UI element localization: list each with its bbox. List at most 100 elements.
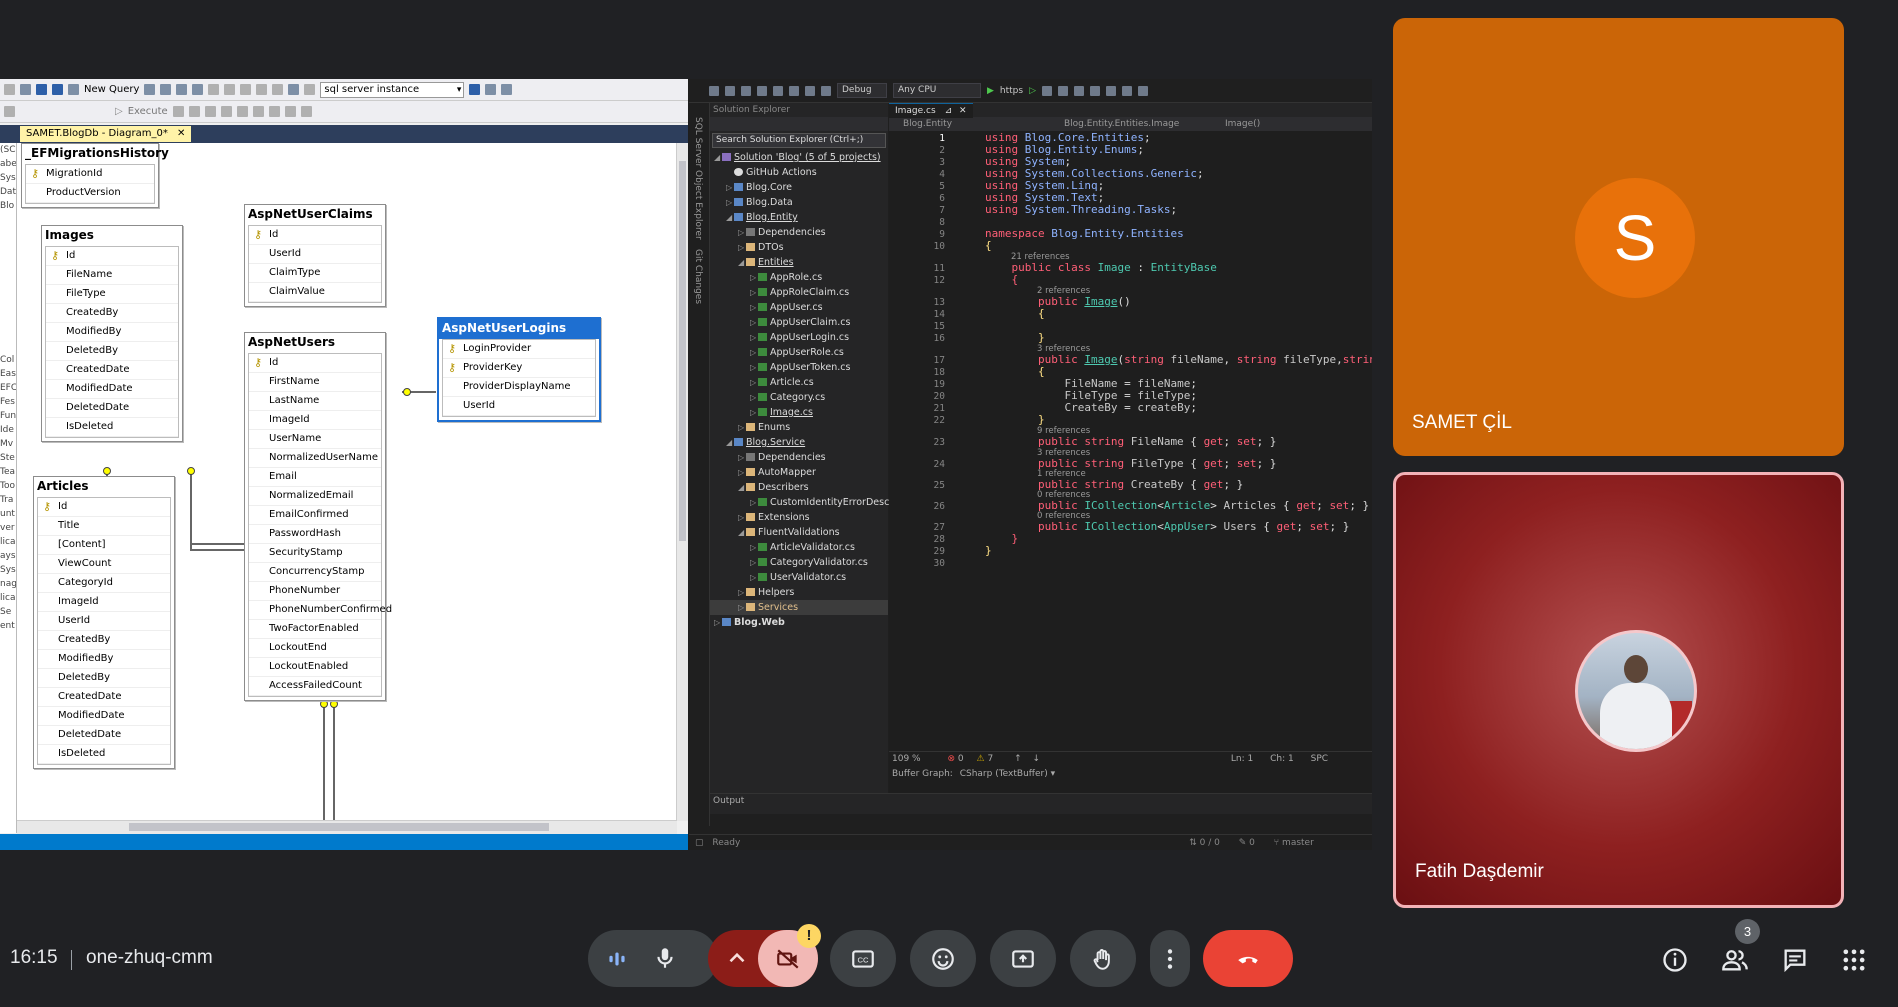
table-column[interactable]: ImageId: [249, 411, 381, 430]
configuration-combo[interactable]: Debug: [837, 83, 887, 98]
layout-icon[interactable]: [1106, 85, 1117, 96]
tree-item[interactable]: ▷ CategoryValidator.cs: [710, 555, 888, 570]
diagram-vertical-scrollbar[interactable]: [676, 143, 688, 821]
tree-item[interactable]: GitHub Actions: [710, 165, 888, 180]
table-column[interactable]: ModifiedBy: [38, 650, 170, 669]
table-column[interactable]: CreatedDate: [38, 688, 170, 707]
hot-reload-icon[interactable]: [1042, 85, 1053, 96]
expand-arrow-icon[interactable]: ▷: [738, 240, 746, 255]
properties-icon[interactable]: [501, 84, 513, 95]
expand-arrow-icon[interactable]: ▷: [750, 360, 758, 375]
comment-icon[interactable]: [252, 106, 264, 117]
changes-count[interactable]: 0: [1249, 838, 1255, 848]
expand-arrow-icon[interactable]: ▷: [750, 345, 758, 360]
object-explorer-item[interactable]: Blo: [0, 201, 16, 213]
tree-item[interactable]: ▷ Blog.Data: [710, 195, 888, 210]
expand-arrow-icon[interactable]: ▷: [738, 510, 746, 525]
tree-item[interactable]: ▷ DTOs: [710, 240, 888, 255]
table-images[interactable]: ImagesIdFileNameFileTypeCreatedByModifie…: [41, 225, 183, 442]
table-aspnetuserlogins[interactable]: AspNetUserLoginsLoginProviderProviderKey…: [437, 317, 601, 422]
expand-arrow-icon[interactable]: ▷: [750, 570, 758, 585]
side-tab-git-changes[interactable]: Git Changes: [693, 249, 703, 304]
table-column[interactable]: LastName: [249, 392, 381, 411]
table-column[interactable]: NormalizedUserName: [249, 449, 381, 468]
table-column[interactable]: UserName: [249, 430, 381, 449]
audio-level-icon[interactable]: [604, 946, 630, 977]
tree-item[interactable]: ▷ Enums: [710, 420, 888, 435]
table-column[interactable]: Email: [249, 468, 381, 487]
tree-item[interactable]: ◢ Solution 'Blog' (5 of 5 projects): [710, 150, 888, 165]
object-explorer-item[interactable]: Mv: [0, 439, 16, 451]
table-column[interactable]: NormalizedEmail: [249, 487, 381, 506]
table-efmigrationshistory[interactable]: _EFMigrationsHistoryMigrationIdProductVe…: [21, 143, 169, 208]
tree-item[interactable]: ◢ FluentValidations: [710, 525, 888, 540]
solution-search-input[interactable]: Search Solution Explorer (Ctrl+;): [712, 133, 886, 148]
cut-icon[interactable]: [208, 84, 220, 95]
object-explorer-item[interactable]: Too: [0, 481, 16, 493]
nav-project-dropdown[interactable]: Blog.Entity: [889, 117, 1050, 131]
tree-item[interactable]: ◢ Entities: [710, 255, 888, 270]
new-query-icon[interactable]: [68, 84, 79, 95]
expand-arrow-icon[interactable]: ◢: [738, 255, 746, 270]
tab-close-icon[interactable]: ✕: [177, 128, 185, 139]
expand-arrow-icon[interactable]: ▷: [750, 495, 758, 510]
tree-item[interactable]: ▷ AppUserRole.cs: [710, 345, 888, 360]
table-column[interactable]: DeletedBy: [38, 669, 170, 688]
expand-arrow-icon[interactable]: ▷: [726, 195, 734, 210]
start-without-debug-icon[interactable]: ▷: [1029, 86, 1036, 96]
save-icon[interactable]: [36, 84, 47, 95]
back-icon[interactable]: [20, 84, 31, 95]
expand-arrow-icon[interactable]: ▷: [750, 555, 758, 570]
table-column[interactable]: CreatedBy: [38, 631, 170, 650]
participant-tile-samet[interactable]: S SAMET ÇİL: [1393, 18, 1844, 456]
object-explorer-item[interactable]: Fes: [0, 397, 16, 409]
tree-item[interactable]: ▷ Extensions: [710, 510, 888, 525]
relationship-key-icon[interactable]: [320, 700, 328, 708]
expand-arrow-icon[interactable]: ▷: [750, 330, 758, 345]
object-explorer-item[interactable]: [0, 229, 16, 241]
object-explorer-item[interactable]: unt: [0, 509, 16, 521]
object-explorer-item[interactable]: EFC: [0, 383, 16, 395]
reactions-button[interactable]: [910, 930, 976, 987]
table-column[interactable]: FirstName: [249, 373, 381, 392]
microphone-icon[interactable]: [652, 945, 678, 976]
object-explorer-item[interactable]: Col: [0, 355, 16, 367]
nav-member-dropdown[interactable]: Image(): [1211, 117, 1372, 131]
new-query-button[interactable]: New Query: [84, 84, 139, 95]
object-explorer-item[interactable]: nag: [0, 579, 16, 591]
object-explorer-item[interactable]: ver: [0, 523, 16, 535]
table-column[interactable]: FileType: [46, 285, 178, 304]
object-explorer-item[interactable]: (SC: [0, 145, 16, 157]
expand-arrow-icon[interactable]: ◢: [738, 480, 746, 495]
leave-call-button[interactable]: [1203, 930, 1293, 987]
error-icon[interactable]: ⊗: [947, 754, 955, 764]
results-text-icon[interactable]: [204, 106, 216, 117]
side-tab-sql-server-object-explorer[interactable]: SQL Server Object Explorer: [693, 117, 703, 240]
source-control-count[interactable]: 0 / 0: [1200, 838, 1220, 848]
save-all-icon[interactable]: [52, 84, 63, 95]
branch-name[interactable]: master: [1282, 838, 1314, 848]
tab-diagram[interactable]: SAMET.BlogDb - Diagram_0* ✕: [20, 126, 192, 142]
tree-item[interactable]: ▷ Services: [710, 600, 888, 615]
object-explorer-item[interactable]: Ide: [0, 425, 16, 437]
table-column[interactable]: ModifiedDate: [38, 707, 170, 726]
object-explorer-item[interactable]: [0, 299, 16, 311]
tree-item[interactable]: ▷ Dependencies: [710, 450, 888, 465]
expand-arrow-icon[interactable]: ◢: [726, 210, 734, 225]
relationship-key-icon[interactable]: [330, 700, 338, 708]
expand-arrow-icon[interactable]: ▷: [750, 540, 758, 555]
object-explorer-item[interactable]: [0, 215, 16, 227]
object-explorer-item[interactable]: Ste: [0, 453, 16, 465]
raise-hand-button[interactable]: [1070, 930, 1136, 987]
present-screen-button[interactable]: [990, 930, 1056, 987]
relationship-key-icon[interactable]: [403, 388, 411, 396]
object-explorer-item[interactable]: lica: [0, 593, 16, 605]
table-column[interactable]: [Content]: [38, 536, 170, 555]
redo-icon[interactable]: [821, 85, 831, 96]
parse-icon[interactable]: [188, 106, 200, 117]
expand-arrow-icon[interactable]: ▷: [714, 615, 722, 630]
tree-item[interactable]: ▷ AppUserClaim.cs: [710, 315, 888, 330]
paste-icon[interactable]: [240, 84, 252, 95]
table-column[interactable]: LockoutEnabled: [249, 658, 381, 677]
tree-item[interactable]: ▷ Dependencies: [710, 225, 888, 240]
